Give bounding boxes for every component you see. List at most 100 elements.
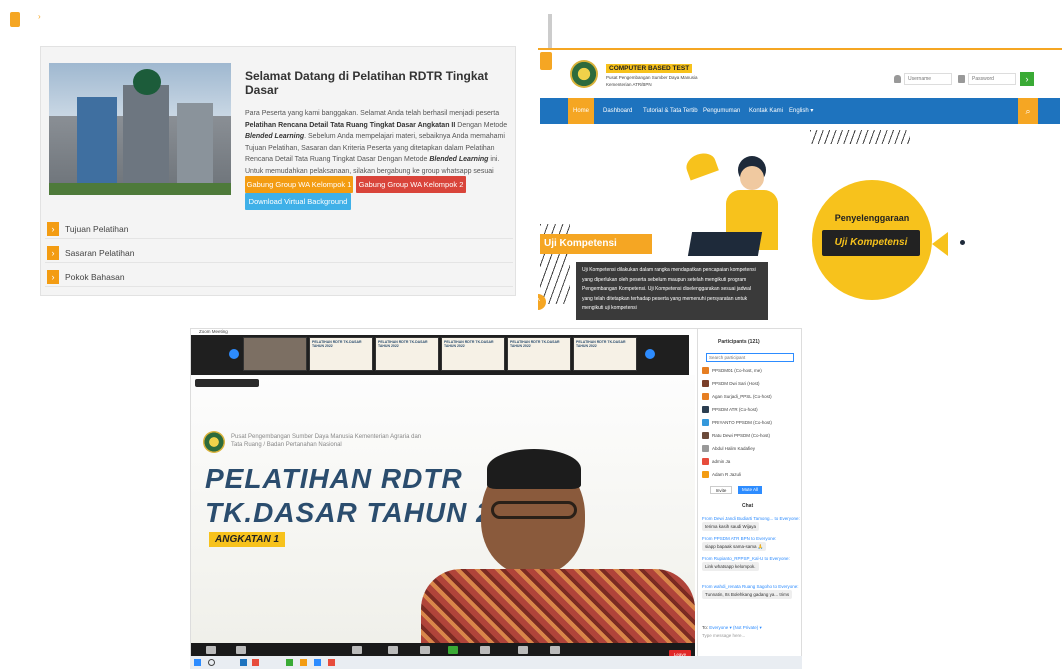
people-icon <box>388 646 398 654</box>
prev-page-button[interactable] <box>229 349 239 359</box>
document-icon <box>10 12 20 27</box>
chat-message: From Dewi Jandi Budiarti Tamong... to Ev… <box>702 516 800 531</box>
lms-welcome-panel: Selamat Datang di Pelatihan RDTR Tingkat… <box>40 46 516 296</box>
laptop-illustration <box>687 232 763 256</box>
chevron-right-icon: › <box>47 222 59 236</box>
participant-row[interactable]: PPSDM Dwi Sari (Host) <box>702 379 800 388</box>
hero-banner: Uji Kompetensi <box>540 234 652 254</box>
decorative-dot <box>960 240 965 245</box>
os-taskbar <box>190 656 802 669</box>
chat-to-label: To: Everyone ▾ (Not Private) ▾ <box>702 625 762 630</box>
accordion-pokok-bahasan[interactable]: › Pokok Bahasan <box>45 267 513 287</box>
chat-message: From wahdi_renata Ruang Sagoho to Everyo… <box>702 584 799 599</box>
chevron-right-icon: › <box>47 270 59 284</box>
taskbar-app-icon[interactable] <box>252 659 259 666</box>
nav-language[interactable]: English ▾ <box>784 98 818 124</box>
record-icon <box>480 646 490 654</box>
chat-input[interactable]: Type message here... <box>702 633 800 643</box>
chat-message: From PPSDM ATR BPN to Everyone: siapp bap… <box>702 536 777 551</box>
microphone-icon <box>206 646 216 654</box>
participant-row[interactable]: Abdul Halim Kadafiey <box>702 444 800 453</box>
brand-subtitle: Pusat Pengembangan Sumber Daya Manusia <box>606 75 698 80</box>
decorative-stripes <box>810 130 910 144</box>
nav-dashboard[interactable]: Dashboard <box>598 98 637 124</box>
participant-thumbnail[interactable] <box>243 337 307 371</box>
participant-row[interactable]: Adam R Jazuli <box>702 470 800 479</box>
chat-icon <box>420 646 430 654</box>
chat-message: From Rupianto_RPPSP_Kal-U to Everyone: Li… <box>702 556 790 571</box>
start-icon[interactable] <box>194 659 201 666</box>
shared-screen-toolbar[interactable] <box>195 379 259 387</box>
chat-recipient-select[interactable]: Everyone ▾ (Not Private) ▾ <box>709 625 762 630</box>
main-nav: Home Dashboard Tutorial & Tata Tertib Pe… <box>540 98 1060 124</box>
participant-thumbnail[interactable]: PELATIHAN RDTR TK.DASAR TAHUN 2022 <box>309 337 373 371</box>
participant-thumbnail[interactable]: PELATIHAN RDTR TK.DASAR TAHUN 2022 <box>441 337 505 371</box>
grid-icon <box>518 646 528 654</box>
mute-all-button[interactable]: Mute All <box>738 486 762 494</box>
video-icon <box>236 646 246 654</box>
shield-icon <box>352 646 362 654</box>
join-wa-group-2-button[interactable]: Gabung Group WA Kelompok 2 <box>356 176 466 193</box>
participant-thumbnail[interactable]: PELATIHAN RDTR TK.DASAR TAHUN 2022 <box>573 337 637 371</box>
hero-circle-badge: Uji Kompetensi <box>822 230 920 256</box>
participant-row[interactable]: PPSDM01 (Co-host, me) <box>702 366 800 375</box>
decorative-arrow <box>932 232 948 256</box>
shared-screen: Pusat Pengembangan Sumber Daya Manusia K… <box>191 375 695 643</box>
glasses <box>491 501 577 519</box>
organization-name: Pusat Pengembangan Sumber Daya Manusia K… <box>231 434 422 448</box>
window-title: Zoom Meeting <box>199 329 228 334</box>
next-page-button[interactable] <box>645 349 655 359</box>
participant-row[interactable]: PPSDM ATR (Co-host) <box>702 405 800 414</box>
participant-row[interactable]: PRIYANTO PPSDM (Co-host) <box>702 418 800 427</box>
chevron-right-icon: › <box>38 12 41 21</box>
taskbar-app-icon[interactable] <box>314 659 321 666</box>
building-photo <box>49 63 231 195</box>
participant-row[interactable]: Agan Surjadi_PPSL (Co-host) <box>702 392 800 401</box>
desk-lamp-illustration <box>683 149 719 181</box>
chat-header: Chat <box>742 503 754 509</box>
download-background-button[interactable]: Download Virtual Background <box>245 193 351 210</box>
join-wa-group-1-button[interactable]: Gabung Group WA Kelompok 1 <box>245 176 353 193</box>
invite-button[interactable]: Invite <box>710 486 732 494</box>
atr-logo <box>203 431 225 453</box>
nav-tutorial[interactable]: Tutorial & Tata Tertib <box>638 98 703 124</box>
hero-circle-title: Penyelenggaraan <box>834 213 910 223</box>
nav-home[interactable]: Home <box>568 98 595 124</box>
participant-thumbnail[interactable]: PELATIHAN RDTR TK.DASAR TAHUN 2022 <box>507 337 571 371</box>
lock-icon <box>958 75 965 83</box>
top-accent-bar <box>538 48 1062 50</box>
speaker-video <box>421 449 695 643</box>
username-input[interactable] <box>904 73 952 85</box>
participants-header: Participants (121) <box>718 339 760 345</box>
taskbar-app-icon[interactable] <box>300 659 307 666</box>
nav-pengumuman[interactable]: Pengumuman <box>698 98 745 124</box>
password-input[interactable] <box>968 73 1016 85</box>
video-thumbnail-strip: PELATIHAN RDTR TK.DASAR TAHUN 2022 PELAT… <box>191 335 689 375</box>
scrollbar[interactable] <box>548 14 552 50</box>
cbt-website: COMPUTER BASED TEST Pusat Pengembangan S… <box>538 48 1062 320</box>
accordion-sasaran[interactable]: › Sasaran Pelatihan <box>45 243 513 263</box>
lms-title: Selamat Datang di Pelatihan RDTR Tingkat… <box>245 69 489 97</box>
participant-row[interactable]: admin Ja <box>702 457 800 466</box>
document-icon <box>540 52 552 70</box>
share-screen-icon <box>448 646 458 654</box>
search-icon[interactable] <box>208 659 215 666</box>
slide-badge: ANGKATAN 1 <box>209 532 286 547</box>
taskbar-app-icon[interactable] <box>328 659 335 666</box>
participant-search-input[interactable] <box>706 353 794 362</box>
login-button[interactable]: › <box>1020 72 1034 86</box>
chevron-right-icon: › <box>47 246 59 260</box>
brand-subtitle: Kementerian ATR/BPN <box>606 82 652 87</box>
user-icon <box>894 75 901 83</box>
taskbar-app-icon[interactable] <box>286 659 293 666</box>
taskbar-app-icon[interactable] <box>240 659 247 666</box>
search-button[interactable]: ⌕ <box>1018 98 1038 124</box>
nav-kontak[interactable]: Kontak Kami <box>744 98 788 124</box>
participant-row[interactable]: Ratu Dewi PPSDM (Co-host) <box>702 431 800 440</box>
atr-logo <box>570 60 598 88</box>
zoom-window: Zoom Meeting PELATIHAN RDTR TK.DASAR TAH… <box>190 328 802 668</box>
brand-title: COMPUTER BASED TEST <box>606 64 693 73</box>
batik-shirt <box>421 569 695 643</box>
participant-thumbnail[interactable]: PELATIHAN RDTR TK.DASAR TAHUN 2022 <box>375 337 439 371</box>
accordion-tujuan[interactable]: › Tujuan Pelatihan <box>45 219 513 239</box>
